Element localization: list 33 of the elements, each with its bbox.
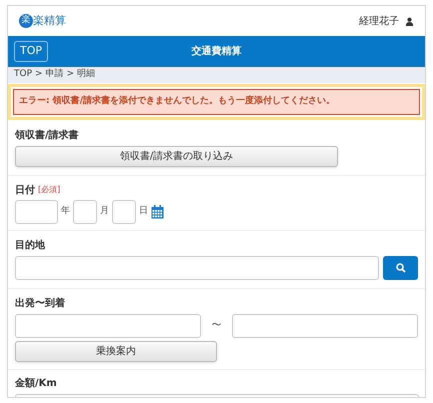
top-button[interactable]: TOP [14, 41, 48, 62]
user-name: 経理花子 [359, 14, 399, 28]
section-label: 出発〜到着 [15, 296, 66, 310]
input-field[interactable] [112, 200, 136, 224]
breadcrumb-separator: > [66, 68, 74, 82]
input-field[interactable] [15, 314, 201, 338]
calendar-icon[interactable] [151, 204, 164, 218]
breadcrumb-link[interactable]: TOP [14, 68, 32, 82]
section-label: 領収書/請求書 [15, 128, 80, 142]
unit-label: 月 [100, 204, 109, 218]
input-field[interactable] [15, 200, 58, 224]
unit-label: 年 [61, 204, 70, 218]
breadcrumb-separator: > [35, 68, 43, 82]
section-label: 目的地 [15, 238, 46, 252]
range-separator: 〜 [210, 319, 222, 333]
section-label: 金額/Km [15, 376, 58, 390]
page-title: 交通費精算 [192, 44, 242, 59]
breadcrumb-link[interactable]: 申請 [46, 68, 64, 82]
input-field[interactable] [232, 314, 418, 338]
section-label: 日付 [15, 184, 35, 198]
input-field[interactable] [15, 256, 380, 280]
user-icon [405, 16, 414, 26]
breadcrumb-link[interactable]: 明細 [77, 68, 96, 82]
logo-text: 楽精算 [33, 12, 66, 29]
logo-mark: 楽 [19, 14, 33, 28]
unit-label: 日 [139, 204, 148, 218]
error-message: エラー: 領収書/請求書を添付できませんでした。もう一度添付してください。 [13, 89, 420, 114]
search-button[interactable] [383, 256, 418, 280]
input-field[interactable] [73, 200, 97, 224]
action-button[interactable]: 領収書/請求書の取り込み [15, 146, 338, 166]
action-button[interactable]: 乗換案内 [15, 340, 217, 362]
search-icon [396, 262, 406, 272]
required-label: [必須] [38, 184, 60, 196]
